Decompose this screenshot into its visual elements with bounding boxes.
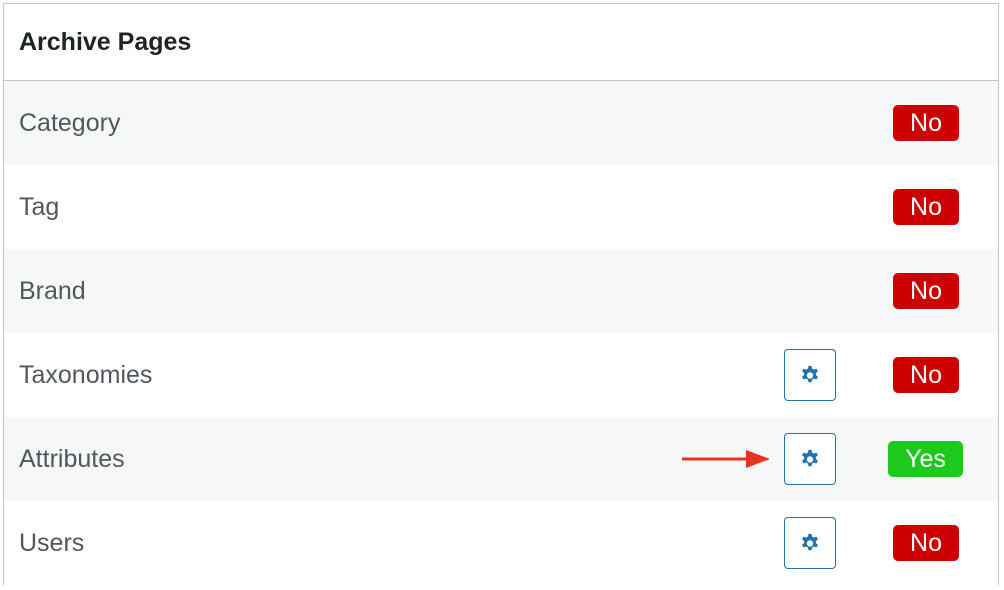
- status-badge-tag[interactable]: No: [893, 189, 959, 225]
- panel-header: Archive Pages: [4, 4, 998, 81]
- taxonomies-settings-button[interactable]: [784, 349, 836, 401]
- row-tag: Tag No: [4, 165, 998, 249]
- row-label-brand: Brand: [19, 276, 86, 305]
- row-label-tag: Tag: [19, 192, 60, 221]
- row-label-attributes: Attributes: [19, 444, 125, 473]
- gear-icon: [802, 365, 818, 383]
- status-badge-attributes[interactable]: Yes: [888, 441, 963, 477]
- row-brand: Brand No: [4, 249, 998, 333]
- attributes-settings-button[interactable]: [784, 433, 836, 485]
- row-label-category: Category: [19, 108, 121, 137]
- row-users: Users No: [4, 501, 998, 585]
- status-badge-brand[interactable]: No: [893, 273, 959, 309]
- status-badge-users[interactable]: No: [893, 525, 959, 561]
- arrow-right-icon: [682, 450, 770, 468]
- status-badge-taxonomies[interactable]: No: [893, 357, 959, 393]
- row-category: Category No: [4, 81, 998, 165]
- users-settings-button[interactable]: [784, 517, 836, 569]
- gear-icon: [802, 533, 818, 551]
- panel-title: Archive Pages: [19, 27, 192, 56]
- row-label-users: Users: [19, 528, 85, 557]
- archive-pages-panel: Archive Pages Category No Tag No Brand N…: [3, 3, 999, 585]
- row-label-taxonomies: Taxonomies: [19, 360, 153, 389]
- gear-icon: [802, 449, 818, 467]
- row-taxonomies: Taxonomies No: [4, 333, 998, 417]
- status-badge-category[interactable]: No: [893, 105, 959, 141]
- archive-rows: Category No Tag No Brand No Taxonomies N…: [4, 81, 998, 585]
- row-attributes: Attributes Yes: [4, 417, 998, 501]
